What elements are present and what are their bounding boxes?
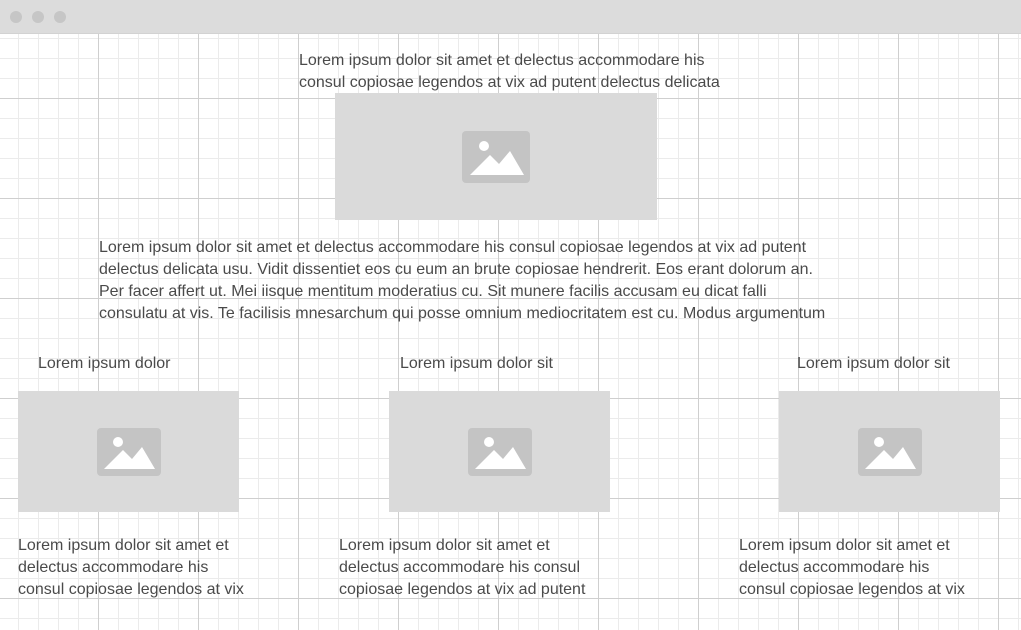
card-text-line: consul copiosae legendos at vix xyxy=(739,581,965,598)
body-text-line: consulatu at vis. Te facilisis mnesarchu… xyxy=(99,305,826,322)
card-image-placeholder xyxy=(389,391,610,512)
image-placeholder-icon xyxy=(857,427,922,476)
body-paragraph: Lorem ipsum dolor sit amet et delectus a… xyxy=(99,237,825,325)
card-text-line: copiosae legendos at vix ad putent xyxy=(339,581,586,598)
image-placeholder-icon xyxy=(467,427,532,476)
card-description: Lorem ipsum dolor sit amet et delectus a… xyxy=(339,535,585,601)
card-title: Lorem ipsum dolor xyxy=(38,355,171,372)
card-title: Lorem ipsum dolor sit xyxy=(400,355,553,372)
card-description: Lorem ipsum dolor sit amet et delectus a… xyxy=(739,535,965,601)
card-text-line: Lorem ipsum dolor sit amet et xyxy=(339,537,550,554)
card-text-line: delectus accommodare his consul xyxy=(339,559,581,576)
header-text-line: Lorem ipsum dolor sit amet et delectus a… xyxy=(299,52,705,69)
card-text-line: Lorem ipsum dolor sit amet et xyxy=(18,537,229,554)
card-image-placeholder xyxy=(779,391,1000,512)
card-image-placeholder xyxy=(18,391,239,512)
body-text-line: Lorem ipsum dolor sit amet et delectus a… xyxy=(99,239,807,256)
body-text-line: Per facer affert ut. Mei iisque mentitum… xyxy=(99,283,767,300)
window-minimize-dot[interactable] xyxy=(32,11,44,23)
hero-image-placeholder xyxy=(335,93,657,220)
body-text-line: delectus delicata usu. Vidit dissentiet … xyxy=(99,261,813,278)
card-text-line: delectus accommodare his xyxy=(18,559,209,576)
window-titlebar xyxy=(0,0,1021,34)
card-description: Lorem ipsum dolor sit amet et delectus a… xyxy=(18,535,244,601)
card-text-line: consul copiosae legendos at vix xyxy=(18,581,244,598)
card-title: Lorem ipsum dolor sit xyxy=(797,355,950,372)
window-maximize-dot[interactable] xyxy=(54,11,66,23)
window-close-dot[interactable] xyxy=(10,11,22,23)
header-text-line: consul copiosae legendos at vix ad puten… xyxy=(299,74,720,91)
header-text: Lorem ipsum dolor sit amet et delectus a… xyxy=(299,50,720,94)
image-placeholder-icon xyxy=(96,427,161,476)
card-text-line: Lorem ipsum dolor sit amet et xyxy=(739,537,950,554)
image-placeholder-icon xyxy=(462,130,530,183)
card-text-line: delectus accommodare his xyxy=(739,559,930,576)
